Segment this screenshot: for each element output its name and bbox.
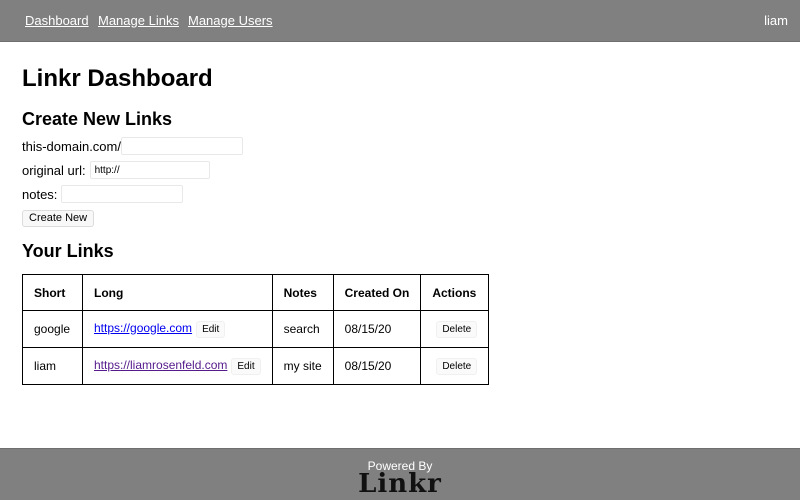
short-link-label: this-domain.com/ <box>22 138 121 154</box>
column-header-short: Short <box>22 274 83 311</box>
current-user-name: liam <box>764 13 788 28</box>
top-nav-bar: Dashboard Manage Links Manage Users liam <box>0 0 800 42</box>
main-content: Linkr Dashboard Create New Links this-do… <box>22 64 782 385</box>
short-cell: google <box>22 310 83 348</box>
notes-label: notes: <box>22 186 58 202</box>
edit-button[interactable]: Edit <box>196 320 226 338</box>
create-new-button[interactable]: Create New <box>22 210 95 227</box>
short-cell: liam <box>22 347 83 385</box>
nav-manage-users-link[interactable]: Manage Users <box>188 13 273 28</box>
original-url-input[interactable] <box>89 161 210 179</box>
column-header-notes: Notes <box>271 274 334 311</box>
delete-button[interactable]: Delete <box>436 320 478 338</box>
notes-row: notes: <box>22 185 184 203</box>
notes-cell: my site <box>271 347 334 385</box>
original-url-label: original url: <box>22 162 86 178</box>
table-row: google https://google.com Edit search 08/… <box>22 310 490 348</box>
table-row: liam https://liamrosenfeld.com Edit my si… <box>22 347 490 385</box>
long-url-link[interactable]: https://liamrosenfeld.com <box>94 358 227 372</box>
original-url-row: original url: <box>22 161 210 179</box>
notes-cell: search <box>271 310 334 348</box>
actions-cell: Delete <box>420 347 490 385</box>
long-url-link[interactable]: https://google.com <box>94 321 192 335</box>
nav-dashboard-link[interactable]: Dashboard <box>25 13 89 28</box>
created-on-cell: 08/15/20 <box>332 347 422 385</box>
links-table: Short Long Notes Created On Actions goog… <box>22 274 490 385</box>
column-header-actions: Actions <box>420 274 490 311</box>
long-cell: https://google.com Edit <box>82 310 273 348</box>
page-title: Linkr Dashboard <box>22 65 213 92</box>
table-header-row: Short Long Notes Created On Actions <box>22 274 490 311</box>
linkr-logo: Linkr <box>358 469 442 499</box>
nav-manage-links-link[interactable]: Manage Links <box>98 13 179 28</box>
column-header-created-on: Created On <box>332 274 422 311</box>
short-link-row: this-domain.com/ <box>22 137 243 155</box>
long-cell: https://liamrosenfeld.com Edit <box>82 347 273 385</box>
column-header-long: Long <box>82 274 273 311</box>
actions-cell: Delete <box>420 310 490 348</box>
edit-button[interactable]: Edit <box>231 357 261 375</box>
your-links-heading: Your Links <box>22 241 114 261</box>
created-on-cell: 08/15/20 <box>332 310 422 348</box>
footer: Powered By Linkr <box>0 448 800 500</box>
short-link-input[interactable] <box>120 137 243 155</box>
delete-button[interactable]: Delete <box>436 357 478 375</box>
notes-input[interactable] <box>61 185 184 203</box>
create-links-heading: Create New Links <box>22 109 173 129</box>
